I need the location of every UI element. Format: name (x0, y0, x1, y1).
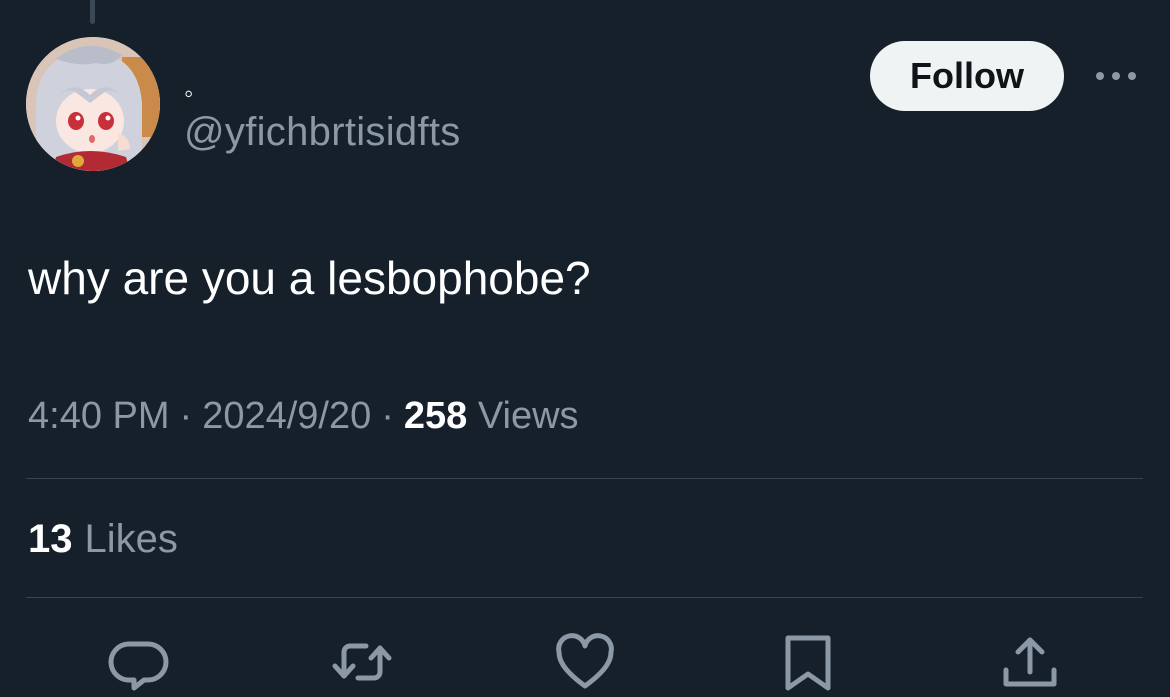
reply-button[interactable] (108, 630, 172, 694)
tweet-meta: 4:40 PM · 2024/9/20 · 258 Views (28, 392, 579, 440)
bookmark-icon (785, 635, 831, 691)
bookmark-button[interactable] (776, 630, 840, 694)
tweet-time[interactable]: 4:40 PM (28, 395, 170, 437)
views-label: Views (477, 395, 579, 437)
divider (26, 478, 1143, 479)
like-icon (556, 633, 614, 689)
meta-separator: · (381, 395, 394, 437)
follow-button[interactable]: Follow (870, 41, 1064, 111)
likes-label: Likes (84, 517, 178, 561)
likes-count: 13 (28, 517, 73, 561)
views-count: 258 (403, 395, 468, 437)
thread-connector-line (90, 0, 95, 24)
retweet-button[interactable] (330, 630, 394, 694)
likes-stat[interactable]: 13 Likes (28, 515, 178, 563)
author-handle[interactable]: @yfichbrtisidfts (184, 108, 461, 156)
meta-separator: · (179, 395, 193, 437)
more-horizontal-icon (1096, 72, 1136, 80)
share-icon (1003, 637, 1057, 687)
share-button[interactable] (998, 630, 1062, 694)
more-options-button[interactable] (1092, 62, 1142, 90)
tweet-text: why are you a lesbophobe? (28, 252, 591, 304)
reply-icon (108, 641, 169, 691)
divider (26, 597, 1143, 598)
author-avatar[interactable] (26, 37, 160, 171)
like-button[interactable] (553, 630, 617, 694)
tweet-date[interactable]: 2024/9/20 (202, 395, 371, 437)
retweet-icon (332, 643, 392, 681)
anime-avatar-icon (26, 37, 160, 171)
author-display-name[interactable]: ◦ (184, 80, 193, 106)
